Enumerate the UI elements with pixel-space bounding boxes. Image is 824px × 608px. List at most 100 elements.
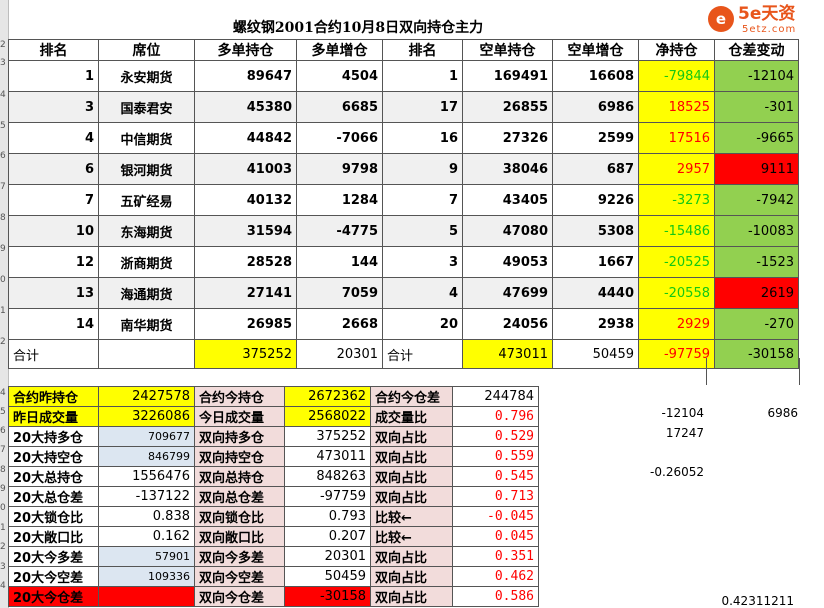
short-pos-cell[interactable]: 26855 [462,91,553,123]
stat-label-2[interactable]: 双向今仓差 [194,586,285,607]
rank-long-cell[interactable]: 14 [8,308,99,340]
header-rank-short[interactable]: 排名 [382,39,463,61]
stat-value-2[interactable]: 375252 [284,426,371,447]
stat-label-1[interactable]: 20大持多仓 [8,426,99,447]
header-diff[interactable]: 仓差变动 [714,39,799,61]
long-pos-cell[interactable]: 41003 [194,153,297,185]
seat-cell[interactable]: 东海期货 [98,215,195,247]
stat-label-1[interactable]: 20大锁仓比 [8,506,99,527]
extra-value-e[interactable]: 0.42311211 [700,594,794,608]
stat-label-2[interactable]: 合约今持仓 [194,386,285,407]
long-pos-cell[interactable]: 89647 [194,60,297,92]
extra-value-c[interactable]: 17247 [610,426,704,440]
row-number[interactable]: 0 [0,275,8,285]
stat-label-2[interactable]: 今日成交量 [194,406,285,427]
net-cell[interactable]: -3273 [638,184,715,216]
long-pos-cell[interactable]: 27141 [194,277,297,309]
long-pos-cell[interactable]: 40132 [194,184,297,216]
rank-short-cell[interactable]: 17 [382,91,463,123]
row-number[interactable]: 1 [0,523,8,533]
net-cell[interactable]: 18525 [638,91,715,123]
net-cell[interactable]: -20558 [638,277,715,309]
short-chg-cell[interactable]: 9226 [552,184,639,216]
total-label-long[interactable]: 合计 [8,339,99,369]
stat-value-3[interactable]: 0.351 [452,546,539,567]
stat-label-3[interactable]: 双向占比 [370,426,453,447]
total-short-chg[interactable]: 50459 [552,339,639,369]
stat-label-2[interactable]: 双向总持仓 [194,466,285,487]
row-number[interactable]: 3 [0,58,8,68]
short-chg-cell[interactable]: 6986 [552,91,639,123]
row-number[interactable]: 0 [0,503,8,513]
stat-label-3[interactable]: 双向占比 [370,446,453,467]
stat-value-2[interactable]: 473011 [284,446,371,467]
row-number[interactable]: 5 [0,407,8,417]
rank-long-cell[interactable]: 10 [8,215,99,247]
rank-long-cell[interactable]: 1 [8,60,99,92]
long-pos-cell[interactable]: 26985 [194,308,297,340]
row-number[interactable]: 9 [0,484,8,494]
rank-short-cell[interactable]: 9 [382,153,463,185]
stat-label-2[interactable]: 双向今空差 [194,566,285,587]
short-pos-cell[interactable]: 169491 [462,60,553,92]
rank-long-cell[interactable]: 13 [8,277,99,309]
long-chg-cell[interactable]: -7066 [296,122,383,154]
short-pos-cell[interactable]: 24056 [462,308,553,340]
long-chg-cell[interactable]: 4504 [296,60,383,92]
stat-value-2[interactable]: 0.207 [284,526,371,547]
stat-value-1[interactable]: 57901 [98,546,195,567]
long-pos-cell[interactable]: 44842 [194,122,297,154]
long-pos-cell[interactable]: 45380 [194,91,297,123]
stat-label-3[interactable]: 比较← [370,526,453,547]
net-cell[interactable]: 2957 [638,153,715,185]
short-chg-cell[interactable]: 687 [552,153,639,185]
rank-short-cell[interactable]: 7 [382,184,463,216]
short-chg-cell[interactable]: 16608 [552,60,639,92]
row-number[interactable]: 2 [0,542,8,552]
row-number[interactable]: 3 [0,562,8,572]
stat-value-3[interactable]: 0.545 [452,466,539,487]
seat-cell[interactable]: 银河期货 [98,153,195,185]
row-number[interactable]: 7 [0,445,8,455]
stat-value-1[interactable]: -51435 [98,586,195,607]
stat-label-1[interactable]: 20大敞口比 [8,526,99,547]
short-chg-cell[interactable]: 2599 [552,122,639,154]
header-net[interactable]: 净持仓 [638,39,715,61]
rank-long-cell[interactable]: 12 [8,246,99,278]
stat-label-3[interactable]: 合约今仓差 [370,386,453,407]
stat-label-1[interactable]: 20大今空差 [8,566,99,587]
total-label-short[interactable]: 合计 [382,339,463,369]
row-number[interactable]: 8 [0,465,8,475]
row-number[interactable]: 4 [0,388,8,398]
stat-label-1[interactable]: 20大今仓差 [8,586,99,607]
header-short-pos[interactable]: 空单持仓 [462,39,553,61]
stat-value-1[interactable]: 2427578 [98,386,195,407]
stat-value-2[interactable]: 848263 [284,466,371,487]
stat-value-2[interactable]: 0.793 [284,506,371,527]
seat-cell[interactable]: 五矿经易 [98,184,195,216]
stat-value-3[interactable]: 0.529 [452,426,539,447]
header-rank-long[interactable]: 排名 [8,39,99,61]
rank-long-cell[interactable]: 7 [8,184,99,216]
stat-value-2[interactable]: 2568022 [284,406,371,427]
stat-value-3[interactable]: -0.045 [452,506,539,527]
long-pos-cell[interactable]: 28528 [194,246,297,278]
long-chg-cell[interactable]: -4775 [296,215,383,247]
short-chg-cell[interactable]: 2938 [552,308,639,340]
stat-label-3[interactable]: 双向占比 [370,546,453,567]
stat-value-1[interactable]: 0.838 [98,506,195,527]
stat-label-3[interactable]: 双向占比 [370,486,453,507]
net-cell[interactable]: -15486 [638,215,715,247]
row-number[interactable]: 8 [0,213,8,223]
rank-short-cell[interactable]: 1 [382,60,463,92]
long-chg-cell[interactable]: 1284 [296,184,383,216]
stat-value-2[interactable]: 2672362 [284,386,371,407]
header-seat[interactable]: 席位 [98,39,195,61]
stat-label-2[interactable]: 双向锁仓比 [194,506,285,527]
net-cell[interactable]: -20525 [638,246,715,278]
stat-value-1[interactable]: 1556476 [98,466,195,487]
seat-cell[interactable]: 国泰君安 [98,91,195,123]
row-number[interactable]: 1 [0,306,8,316]
seat-cell[interactable]: 南华期货 [98,308,195,340]
rank-short-cell[interactable]: 4 [382,277,463,309]
